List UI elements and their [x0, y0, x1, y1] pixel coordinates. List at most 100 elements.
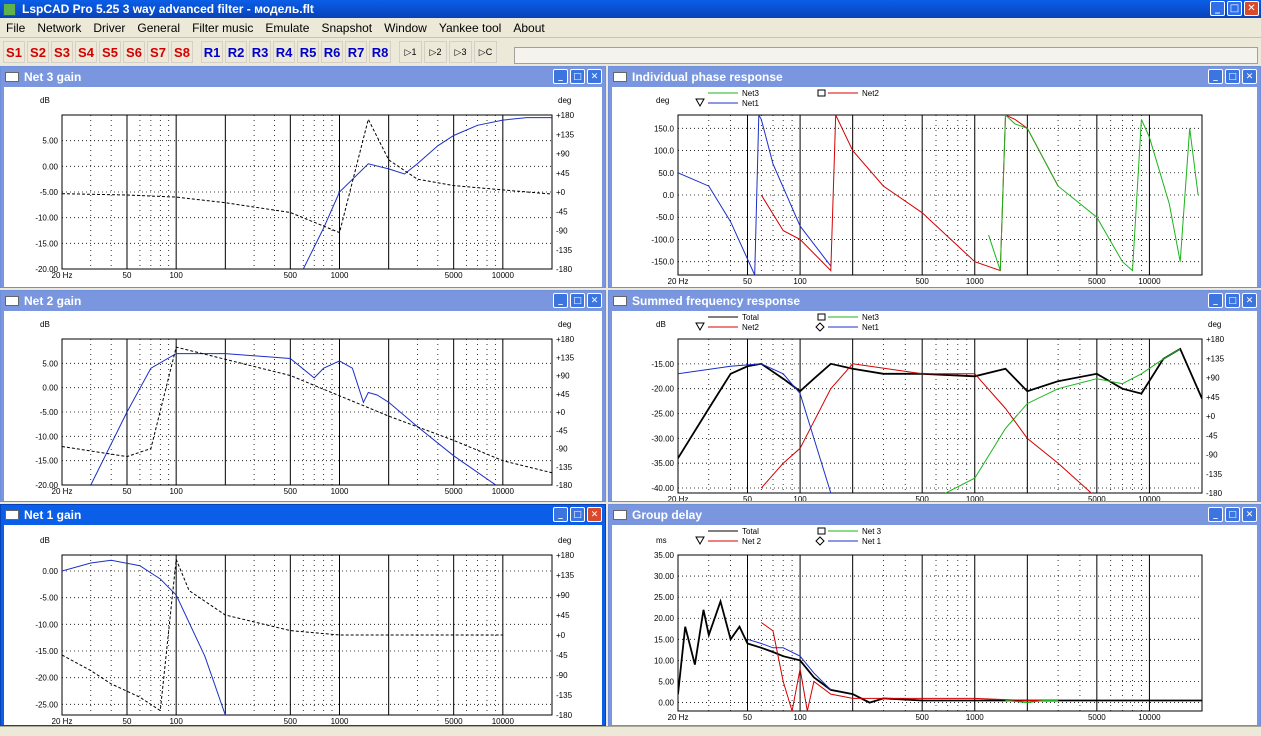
- r6-button[interactable]: R6: [321, 41, 343, 63]
- menu-snapshot[interactable]: Snapshot: [315, 21, 378, 35]
- y-tick-label: 25.00: [654, 593, 675, 602]
- close-icon[interactable]: ✕: [587, 507, 602, 522]
- menu-about[interactable]: About: [507, 21, 550, 35]
- legend-label: Total: [742, 313, 759, 322]
- s1-button[interactable]: S1: [3, 41, 25, 63]
- s4-button[interactable]: S4: [75, 41, 97, 63]
- legend-marker: [817, 313, 826, 321]
- close-icon[interactable]: ✕: [1242, 293, 1257, 308]
- s2-button[interactable]: S2: [27, 41, 49, 63]
- x-tick-label: 500: [284, 271, 298, 280]
- net2-gain-chart: 5.000.00-5.00-10.00-15.00-20.00+180+135+…: [35, 320, 575, 496]
- close-icon[interactable]: ✕: [1242, 507, 1257, 522]
- net2-gain-titlebar[interactable]: Net 2 gain _ □ ✕: [1, 291, 605, 311]
- net3-gain-window[interactable]: Net 3 gain _ □ ✕ 5.00 0.00 -5.00 -10.00 -15.00…: [0, 66, 606, 288]
- y-tick-label: 5.00: [42, 359, 58, 368]
- y2-tick-label: +45: [556, 611, 570, 620]
- net1-gain-titlebar[interactable]: Net 1 gain _ □ ✕: [1, 505, 605, 525]
- group-delay-chart: 35.00 30.00 25.00 20.00 15.00 10.00 5.00 0.00 ms…: [654, 527, 1203, 722]
- group-delay-titlebar[interactable]: Group delay _ □ ✕: [609, 505, 1260, 525]
- phase-response-window[interactable]: Individual phase response _ □ ✕ 150.0 100.0…: [608, 66, 1261, 288]
- minimize-icon[interactable]: _: [553, 69, 568, 84]
- r4-button[interactable]: R4: [273, 41, 295, 63]
- graph-icon: [613, 510, 627, 520]
- emulate-combined-button[interactable]: ▷C: [474, 41, 497, 63]
- app-title: LspCAD Pro 5.25 3 way advanced filter - …: [22, 2, 314, 16]
- summed-response-titlebar[interactable]: Summed frequency response _ □ ✕: [609, 291, 1260, 311]
- close-icon[interactable]: ✕: [587, 293, 602, 308]
- window-title: Group delay: [632, 508, 703, 522]
- net1-gain-window[interactable]: Net 1 gain _ □ ✕ 0.00 -5.00 -10.00 -15.00 -20.…: [0, 504, 606, 726]
- minimize-icon[interactable]: _: [1208, 293, 1223, 308]
- y-tick-label: -10.00: [35, 432, 58, 441]
- s7-button[interactable]: S7: [147, 41, 169, 63]
- close-icon[interactable]: ✕: [587, 69, 602, 84]
- s8-button[interactable]: S8: [171, 41, 193, 63]
- y2-tick-label: +180: [556, 335, 575, 344]
- y2-tick-label: -135: [1206, 470, 1223, 479]
- maximize-icon[interactable]: □: [570, 293, 585, 308]
- r5-button[interactable]: R5: [297, 41, 319, 63]
- menu-file[interactable]: File: [0, 21, 31, 35]
- x-tick-label: 5000: [445, 271, 463, 280]
- menu-driver[interactable]: Driver: [87, 21, 131, 35]
- minimize-icon[interactable]: _: [553, 293, 568, 308]
- x-tick-label: 20 Hz: [668, 713, 689, 722]
- maximize-icon[interactable]: □: [1227, 1, 1242, 16]
- r8-button[interactable]: R8: [369, 41, 391, 63]
- y2-tick-label: +180: [556, 111, 575, 120]
- s6-button[interactable]: S6: [123, 41, 145, 63]
- window-controls: _ □ ✕: [1210, 1, 1259, 16]
- net3-gain-plot-area: 5.00 0.00 -5.00 -10.00 -15.00 -20.00 +180 +135 +…: [4, 87, 602, 287]
- y-tick-label: -15.00: [35, 647, 58, 656]
- emulate-net3-button[interactable]: ▷3: [449, 41, 472, 63]
- net2-gain-window[interactable]: Net 2 gain _ □ ✕ 5.00 0.00 -5.00 -10.00 -15.00…: [0, 290, 606, 502]
- menu-filter-music[interactable]: Filter music: [186, 21, 259, 35]
- minimize-icon[interactable]: _: [1208, 69, 1223, 84]
- r7-button[interactable]: R7: [345, 41, 367, 63]
- menu-window[interactable]: Window: [378, 21, 433, 35]
- menu-general[interactable]: General: [131, 21, 186, 35]
- maximize-icon[interactable]: □: [1225, 507, 1240, 522]
- emulate-net2-button[interactable]: ▷2: [424, 41, 447, 63]
- y2-tick-label: +90: [1206, 374, 1220, 383]
- summed-response-window[interactable]: Summed frequency response _ □ ✕ -15.00 -20.…: [608, 290, 1261, 502]
- horizontal-scrollbar[interactable]: [0, 726, 1261, 736]
- r1-button[interactable]: R1: [201, 41, 223, 63]
- y2-tick-label: +135: [556, 353, 575, 362]
- y-tick-label: -20.00: [651, 385, 674, 394]
- s3-button[interactable]: S3: [51, 41, 73, 63]
- minimize-icon[interactable]: _: [1208, 507, 1223, 522]
- minimize-icon[interactable]: _: [1210, 1, 1225, 16]
- r2-button[interactable]: R2: [225, 41, 247, 63]
- s5-button[interactable]: S5: [99, 41, 121, 63]
- y2-axis-label: deg: [1208, 320, 1221, 329]
- x-tick-label: 10000: [1138, 277, 1161, 286]
- y-tick-label: 0.00: [658, 699, 674, 708]
- y2-tick-label: -90: [556, 671, 568, 680]
- x-tick-label: 20 Hz: [52, 271, 73, 280]
- y-tick-label: 5.00: [658, 677, 674, 686]
- minimize-icon[interactable]: _: [553, 507, 568, 522]
- menu-network[interactable]: Network: [31, 21, 87, 35]
- y2-tick-label: -135: [556, 463, 573, 472]
- y-tick-label: 0.0: [663, 191, 675, 200]
- close-icon[interactable]: ✕: [1244, 1, 1259, 16]
- x-tick-label: 10000: [492, 271, 515, 280]
- maximize-icon[interactable]: □: [1225, 293, 1240, 308]
- y-tick-label: -15.00: [651, 360, 674, 369]
- r3-button[interactable]: R3: [249, 41, 271, 63]
- app-icon: [3, 2, 16, 16]
- maximize-icon[interactable]: □: [570, 69, 585, 84]
- group-delay-window[interactable]: Group delay _ □ ✕ 35.00 30.00 25.00 20.00 15.0…: [608, 504, 1261, 726]
- menu-emulate[interactable]: Emulate: [259, 21, 315, 35]
- net3-gain-titlebar[interactable]: Net 3 gain _ □ ✕: [1, 67, 605, 87]
- emulate-net1-button[interactable]: ▷1: [399, 41, 422, 63]
- close-icon[interactable]: ✕: [1242, 69, 1257, 84]
- menu-yankee-tool[interactable]: Yankee tool: [433, 21, 508, 35]
- maximize-icon[interactable]: □: [1225, 69, 1240, 84]
- summed-response-chart: -15.00 -20.00 -25.00 -30.00 -35.00 -40.00 +180…: [651, 313, 1224, 501]
- x-tick-label: 1000: [966, 277, 984, 286]
- maximize-icon[interactable]: □: [570, 507, 585, 522]
- phase-response-titlebar[interactable]: Individual phase response _ □ ✕: [609, 67, 1260, 87]
